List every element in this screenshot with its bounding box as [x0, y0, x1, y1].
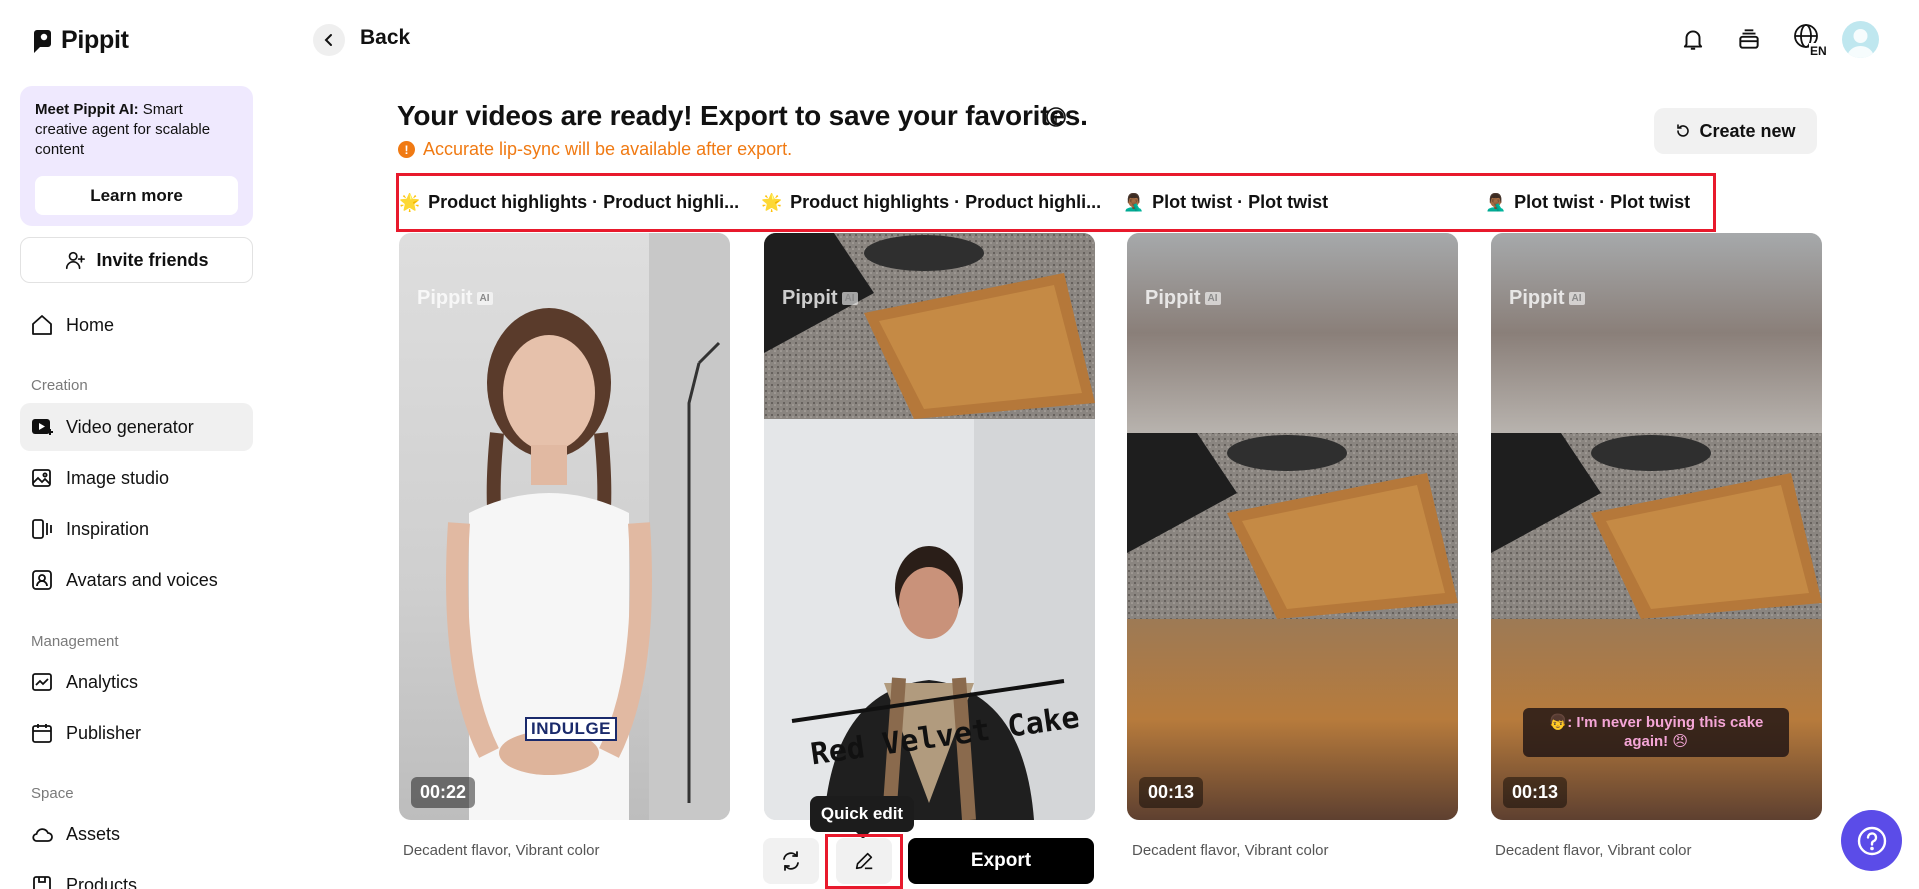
inbox-icon — [1739, 29, 1759, 49]
lip-sync-warning: ! Accurate lip-sync will be available af… — [398, 139, 792, 160]
cloud-icon — [32, 828, 53, 842]
video-card-4[interactable]: Pippit AI 👦: I'm never buying this cake a… — [1491, 233, 1822, 820]
pippit-logo-icon — [34, 29, 51, 53]
back-button[interactable] — [313, 24, 345, 56]
duration-badge: 00:22 — [411, 777, 476, 808]
video-overlay-caption: INDULGE — [525, 717, 617, 741]
sidebar-item-label: Avatars and voices — [66, 569, 218, 590]
sidebar-item-inspiration[interactable]: Inspiration — [20, 505, 253, 553]
pippit-watermark: Pippit AI — [782, 287, 858, 310]
duration-badge: 00:13 — [1503, 777, 1568, 808]
sidebar-item-label: Home — [66, 314, 115, 335]
language-button[interactable]: EN — [1789, 22, 1829, 56]
sidebar-item-label: Publisher — [66, 722, 142, 743]
facepalm-icon: 🤦🏾‍♂️ — [1123, 192, 1145, 212]
invite-friends-button[interactable]: Invite friends — [20, 237, 253, 283]
help-button[interactable] — [1841, 810, 1902, 871]
video-generator-icon — [32, 419, 53, 435]
tab-video-2[interactable]: 🌟 Product highlights · Product highli... — [761, 192, 1101, 213]
video-thumbnail — [1127, 233, 1458, 820]
video-card-3[interactable]: Pippit AI 00:13 — [1127, 233, 1458, 820]
sidebar-item-home[interactable]: Home — [20, 301, 253, 349]
notifications-button[interactable] — [1676, 22, 1710, 56]
sparkle-icon: 🌟 — [761, 192, 783, 212]
create-new-label: Create new — [1699, 120, 1796, 141]
warning-text: Accurate lip-sync will be available afte… — [423, 139, 793, 159]
inbox-button[interactable] — [1732, 22, 1766, 56]
sidebar-item-label: Products — [66, 874, 138, 889]
page-title: Your videos are ready! Export to save yo… — [397, 100, 1088, 131]
sidebar-item-assets[interactable]: Assets — [20, 810, 253, 858]
bell-icon — [1683, 30, 1703, 50]
video-overlay-dialogue: 👦: I'm never buying this cake again! 😠 — [1523, 708, 1789, 757]
pippit-watermark: Pippit AI — [1509, 287, 1585, 310]
video-caption: Decadent flavor, Vibrant color — [1132, 842, 1329, 859]
question-icon — [1857, 826, 1886, 855]
back-label[interactable]: Back — [360, 26, 410, 50]
facepalm-icon: 🤦🏾‍♂️ — [1485, 192, 1507, 212]
tab-label: Product highlights · Product highli... — [790, 192, 1102, 212]
sidebar-item-label: Image studio — [66, 467, 170, 488]
video-tabs: 🌟 Product highlights · Product highli...… — [396, 173, 1716, 232]
video-caption: Decadent flavor, Vibrant color — [403, 842, 600, 859]
tab-video-1[interactable]: 🌟 Product highlights · Product highli... — [399, 192, 739, 213]
products-icon — [33, 876, 51, 889]
video-thumbnail: Red Velvet Cake — [764, 233, 1095, 820]
video-card-2[interactable]: Red Velvet Cake Pippit AI — [764, 233, 1095, 820]
section-label-space: Space — [31, 785, 74, 802]
sparkle-icon: 🌟 — [399, 192, 421, 212]
sidebar-item-image-studio[interactable]: Image studio — [20, 454, 253, 502]
sidebar: Pippit Meet Pippit AI: Smart creative ag… — [0, 0, 272, 889]
sidebar-item-analytics[interactable]: Analytics — [20, 658, 253, 706]
refresh-icon — [1677, 124, 1690, 137]
regenerate-button[interactable] — [763, 838, 819, 884]
sidebar-item-label: Analytics — [66, 671, 139, 692]
language-badge: EN — [1810, 44, 1826, 56]
info-icon[interactable] — [1045, 106, 1067, 128]
video-caption: Decadent flavor, Vibrant color — [1495, 842, 1692, 859]
sidebar-item-products[interactable]: Products — [20, 861, 253, 889]
tab-label: Product highlights · Product highli... — [428, 192, 740, 212]
inspiration-icon — [32, 519, 52, 539]
avatar[interactable] — [1842, 21, 1879, 58]
video-card-1[interactable]: Pippit AI INDULGE 00:22 — [399, 233, 730, 820]
tab-video-4[interactable]: 🤦🏾‍♂️ Plot twist · Plot twist — [1485, 192, 1690, 213]
analytics-icon — [32, 673, 52, 691]
section-label-management: Management — [31, 633, 119, 650]
sidebar-item-video-generator[interactable]: Video generator — [20, 403, 253, 451]
promo-text: Meet Pippit AI: Smart creative agent for… — [35, 101, 211, 158]
brand-logo[interactable]: Pippit — [31, 26, 129, 55]
tab-video-3[interactable]: 🤦🏾‍♂️ Plot twist · Plot twist — [1123, 192, 1328, 213]
invite-friends-label: Invite friends — [96, 249, 209, 270]
home-icon — [32, 315, 52, 335]
tab-label: Plot twist · Plot twist — [1514, 192, 1691, 212]
promo-card: Meet Pippit AI: Smart creative agent for… — [20, 86, 253, 226]
tab-label: Plot twist · Plot twist — [1152, 192, 1329, 212]
brand-name: Pippit — [61, 26, 129, 54]
globe-icon: EN — [1794, 24, 1826, 56]
sidebar-item-publisher[interactable]: Publisher — [20, 709, 253, 757]
pippit-watermark: Pippit AI — [417, 287, 493, 310]
quick-edit-highlight — [825, 834, 903, 889]
pippit-watermark: Pippit AI — [1145, 287, 1221, 310]
regenerate-icon — [783, 851, 799, 871]
learn-more-button[interactable]: Learn more — [35, 176, 238, 215]
add-user-icon — [66, 251, 86, 270]
sidebar-item-label: Assets — [66, 823, 121, 844]
chevron-left-icon — [324, 34, 332, 46]
user-avatar-icon — [1847, 29, 1874, 58]
section-label-creation: Creation — [31, 377, 88, 394]
quick-edit-tooltip: Quick edit — [810, 796, 914, 839]
duration-badge: 00:13 — [1139, 777, 1204, 808]
sidebar-item-avatars-voices[interactable]: Avatars and voices — [20, 556, 253, 604]
sidebar-item-label: Inspiration — [66, 518, 150, 539]
image-studio-icon — [32, 469, 51, 487]
avatar-voice-icon — [32, 570, 52, 590]
create-new-button[interactable]: Create new — [1654, 108, 1817, 154]
calendar-icon — [32, 724, 52, 743]
warning-icon: ! — [398, 141, 415, 158]
sidebar-item-label: Video generator — [66, 416, 194, 437]
export-button[interactable]: Export — [908, 838, 1094, 884]
